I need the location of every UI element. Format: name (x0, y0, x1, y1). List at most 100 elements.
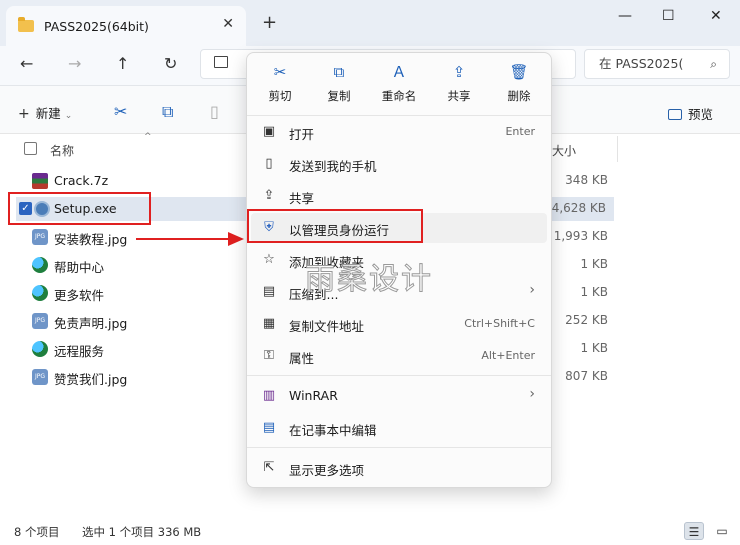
menu-item-copy-path[interactable]: ▦ 复制文件地址 Ctrl+Shift+C (251, 309, 547, 339)
show-more-icon: ⇱ (263, 460, 275, 475)
close-window-button[interactable]: ✕ (710, 8, 722, 24)
menu-item-send-to-phone[interactable]: ▯ 发送到我的手机 (251, 149, 547, 179)
watermark-text: 雨桑设计 (305, 262, 433, 298)
menu-share-button[interactable]: ⇪ 共享 (430, 61, 488, 109)
menu-delete-button[interactable]: 🗑 删除 (490, 61, 548, 109)
new-tab-button[interactable]: + (262, 12, 277, 33)
menu-item-label: 属性 (289, 351, 315, 366)
menu-item-label: 打开 (289, 127, 315, 142)
minimize-button[interactable]: — (618, 8, 632, 24)
menu-item-shortcut: Enter (505, 125, 535, 138)
back-button[interactable]: ← (20, 54, 33, 73)
column-header-name[interactable]: 名称 (50, 142, 74, 159)
file-name: 远程服务 (54, 344, 105, 359)
web-shortcut-icon (32, 341, 48, 357)
close-tab-icon[interactable]: ✕ (222, 16, 234, 32)
file-size: 348 KB (565, 173, 608, 187)
menu-item-label: 显示更多选项 (289, 463, 365, 478)
column-divider (617, 136, 618, 162)
search-icon: ⌕ (710, 57, 717, 71)
menu-item-label: WinRAR (289, 388, 338, 403)
details-view-button[interactable]: ☰ (684, 522, 704, 540)
maximize-button[interactable]: ☐ (662, 8, 675, 24)
menu-copy-label: 复制 (327, 89, 351, 103)
up-button[interactable]: ↑ (116, 54, 129, 73)
menu-delete-label: 删除 (507, 89, 531, 103)
chevron-right-icon: › (529, 386, 535, 402)
menu-separator (247, 375, 551, 376)
menu-item-shortcut: Ctrl+Shift+C (464, 317, 535, 330)
menu-share-label: 共享 (447, 89, 471, 103)
tab-title: PASS2025(64bit) (44, 18, 149, 34)
menu-rename-label: 重命名 (381, 89, 417, 103)
plus-icon: + (18, 106, 30, 122)
item-count: 8 个项目 (14, 525, 60, 539)
notepad-icon: ▤ (262, 420, 276, 435)
file-size: 1,993 KB (553, 229, 608, 243)
menu-item-open[interactable]: ▣ 打开 Enter (251, 117, 547, 147)
open-icon: ▣ (262, 124, 276, 139)
tiles-view-button[interactable]: ▭ (712, 522, 732, 540)
preview-label: 预览 (688, 107, 714, 122)
file-name: 帮助中心 (54, 260, 105, 275)
file-name: 更多软件 (54, 288, 105, 303)
column-header-size[interactable]: 大小 (552, 142, 576, 159)
preview-button[interactable]: 预览 (668, 104, 713, 123)
cut-icon: ✂ (273, 63, 287, 81)
jpg-icon: JPG (32, 369, 48, 385)
menu-item-shortcut: Alt+Enter (481, 349, 535, 362)
menu-separator (247, 447, 551, 448)
annotation-box-setup (8, 192, 151, 225)
cut-icon[interactable]: ✂ (114, 102, 127, 121)
file-size: 807 KB (565, 369, 608, 383)
refresh-button[interactable]: ↻ (164, 54, 177, 73)
menu-cut-button[interactable]: ✂ 剪切 (251, 61, 309, 109)
share-icon: ⇪ (452, 63, 466, 81)
chevron-right-icon: › (529, 282, 535, 298)
new-button[interactable]: + 新建 ⌄ (18, 103, 72, 122)
menu-cut-label: 剪切 (268, 89, 292, 103)
menu-item-share[interactable]: ⇪ 共享 (251, 181, 547, 211)
menu-rename-button[interactable]: Ａ 重命名 (370, 61, 428, 109)
status-bar: 8 个项目 选中 1 个项目 336 MB ☰ ▭ (0, 518, 740, 545)
file-size: 1 KB (580, 341, 608, 355)
trash-icon: 🗑 (509, 63, 529, 81)
file-name: Crack.7z (54, 173, 109, 188)
select-all-checkbox[interactable] (24, 142, 37, 155)
forward-button[interactable]: → (68, 54, 81, 73)
paste-icon[interactable]: ▯ (210, 102, 219, 121)
menu-copy-button[interactable]: ⧉ 复制 (310, 61, 368, 109)
menu-item-winrar[interactable]: ▥ WinRAR › (251, 381, 547, 411)
menu-item-edit-notepad[interactable]: ▤ 在记事本中编辑 (251, 413, 547, 443)
star-icon: ☆ (263, 252, 275, 267)
copy-icon: ⧉ (333, 63, 345, 81)
title-bar: PASS2025(64bit) ✕ + — ☐ ✕ (0, 0, 740, 46)
menu-item-label: 发送到我的手机 (289, 159, 377, 174)
file-name: 安装教程.jpg (54, 232, 128, 247)
path-icon: ▦ (262, 316, 276, 331)
jpg-icon: JPG (32, 313, 48, 329)
menu-item-label: 共享 (289, 191, 315, 206)
phone-icon: ▯ (265, 156, 273, 171)
file-size: 252 KB (565, 313, 608, 327)
file-name: 赞赏我们.jpg (54, 372, 128, 387)
search-placeholder: 在 PASS2025( (599, 56, 684, 71)
rename-icon: Ａ (391, 63, 407, 81)
monitor-icon (214, 56, 228, 68)
copy-icon[interactable]: ⧉ (162, 102, 173, 122)
menu-item-label: 在记事本中编辑 (289, 423, 377, 438)
menu-separator (247, 115, 551, 116)
winrar-icon (32, 173, 48, 189)
archive-icon: ▤ (262, 284, 276, 299)
menu-item-properties[interactable]: ⚿ 属性 Alt+Enter (251, 341, 547, 371)
folder-icon (18, 17, 34, 32)
share-icon: ⇪ (263, 188, 275, 203)
selection-info: 选中 1 个项目 336 MB (82, 525, 202, 539)
active-tab[interactable]: PASS2025(64bit) ✕ (6, 6, 246, 46)
web-shortcut-icon (32, 257, 48, 273)
search-box[interactable]: 在 PASS2025( ⌕ (584, 49, 730, 79)
annotation-arrow (136, 238, 230, 240)
menu-item-show-more[interactable]: ⇱ 显示更多选项 (251, 453, 547, 483)
wrench-icon: ⚿ (264, 348, 274, 363)
preview-pane-icon (668, 109, 682, 120)
